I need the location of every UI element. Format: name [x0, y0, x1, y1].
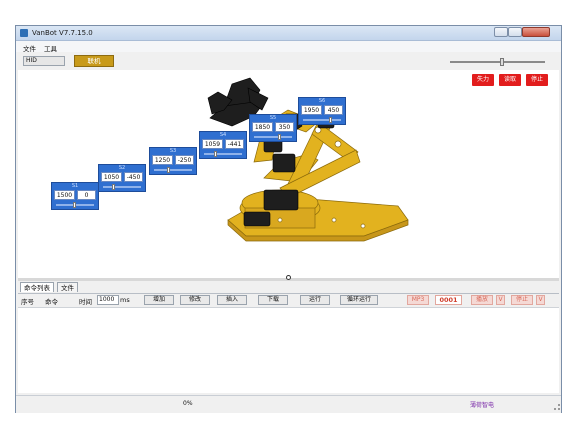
servo-panel-s6: S6 1950 450	[298, 97, 346, 125]
speed-slider-thumb[interactable]	[500, 58, 504, 66]
servo-slider[interactable]	[204, 153, 242, 155]
column-command-label: 命令	[45, 298, 58, 306]
play-volume-dropdown[interactable]: V	[496, 295, 505, 305]
run-button[interactable]: 运行	[300, 295, 330, 305]
app-icon	[20, 29, 28, 37]
speed-slider[interactable]	[450, 61, 545, 63]
servo-position[interactable]: 1500	[54, 190, 75, 200]
servo-position[interactable]: 1950	[301, 105, 322, 115]
title-bar: VanBot V7.7.15.0	[16, 26, 561, 41]
loop-run-button[interactable]: 循环运行	[340, 295, 378, 305]
servo-position[interactable]: 1059	[202, 139, 223, 149]
download-button[interactable]: 下载	[258, 295, 288, 305]
servo-slider-thumb[interactable]	[112, 184, 115, 190]
servo-panel-s2: S2 1050 -450	[98, 164, 146, 192]
servo-label: S3	[169, 148, 177, 154]
mp3-label: MP3	[407, 295, 429, 305]
play-button[interactable]: 播放	[471, 295, 493, 305]
servo-position[interactable]: 1250	[152, 155, 173, 165]
servo-slider[interactable]	[103, 186, 141, 188]
mp3-stop-button[interactable]: 停止	[511, 295, 533, 305]
add-button[interactable]: 增加	[144, 295, 174, 305]
unload-button[interactable]: 失力	[472, 74, 494, 86]
resize-grip-icon[interactable]	[554, 404, 560, 410]
readback-button[interactable]: 读取	[499, 74, 521, 86]
servo-label: S6	[318, 98, 326, 104]
servo-panel-s1: S1 1500 0	[51, 182, 99, 210]
command-list[interactable]	[18, 307, 559, 393]
insert-button[interactable]: 插入	[217, 295, 247, 305]
servo-label: S1	[71, 183, 79, 189]
splitter-handle-icon[interactable]	[286, 275, 291, 280]
column-index-label: 序号	[21, 298, 34, 306]
robot-view: S1 1500 0 S2 1050 -450 S3 1250 -250 S4 1…	[18, 70, 559, 278]
menu-file[interactable]: 文件	[23, 43, 36, 53]
servo-slider[interactable]	[154, 169, 192, 171]
app-window: VanBot V7.7.15.0 文件 工具 HID 联机 S1 1500 0 …	[15, 25, 562, 413]
servo-offset[interactable]: 0	[77, 190, 96, 200]
servo-label: S2	[118, 165, 126, 171]
servo-panel-s3: S3 1250 -250	[149, 147, 197, 175]
servo-panel-s4: S4 1059 -441	[199, 131, 247, 159]
minimize-icon[interactable]	[494, 27, 508, 37]
menu-tools[interactable]: 工具	[44, 43, 57, 53]
servo-slider-thumb[interactable]	[214, 151, 217, 157]
menu-bar: 文件 工具	[16, 41, 561, 53]
servo-slider[interactable]	[254, 136, 292, 138]
stop-volume-dropdown[interactable]: V	[536, 295, 545, 305]
maximize-icon[interactable]	[508, 27, 522, 37]
close-icon[interactable]	[522, 27, 550, 37]
time-label: 时间	[79, 298, 92, 306]
time-unit-label: ms	[120, 296, 130, 304]
servo-position[interactable]: 1050	[101, 172, 122, 182]
servo-offset[interactable]: 350	[275, 122, 294, 132]
servo-offset[interactable]: -441	[225, 139, 244, 149]
servo-panel-s5: S5 1850 350	[249, 114, 297, 142]
progress-text: 0%	[183, 400, 193, 407]
servo-slider-thumb[interactable]	[73, 202, 76, 208]
connect-button[interactable]: 联机	[74, 55, 114, 67]
servo-offset[interactable]: -450	[124, 172, 143, 182]
modify-button[interactable]: 修改	[180, 295, 210, 305]
time-input[interactable]: 1000	[97, 295, 119, 305]
servo-label: S4	[219, 132, 227, 138]
servo-slider-thumb[interactable]	[278, 134, 281, 140]
brand-label: 薄荷智电	[470, 402, 495, 409]
window-title: VanBot V7.7.15.0	[32, 29, 93, 37]
port-select[interactable]: HID	[23, 56, 65, 66]
tab-command-list[interactable]: 命令列表	[20, 282, 54, 292]
servo-slider-thumb[interactable]	[329, 117, 332, 123]
servo-offset[interactable]: -250	[175, 155, 194, 165]
servo-label: S5	[269, 115, 277, 121]
servo-offset[interactable]: 450	[324, 105, 343, 115]
servo-slider-thumb[interactable]	[167, 167, 170, 173]
stop-button[interactable]: 停止	[526, 74, 548, 86]
servo-position[interactable]: 1850	[252, 122, 273, 132]
track-number-input[interactable]: 0001	[435, 295, 462, 305]
tab-file[interactable]: 文件	[57, 282, 78, 292]
servo-slider[interactable]	[303, 119, 341, 121]
